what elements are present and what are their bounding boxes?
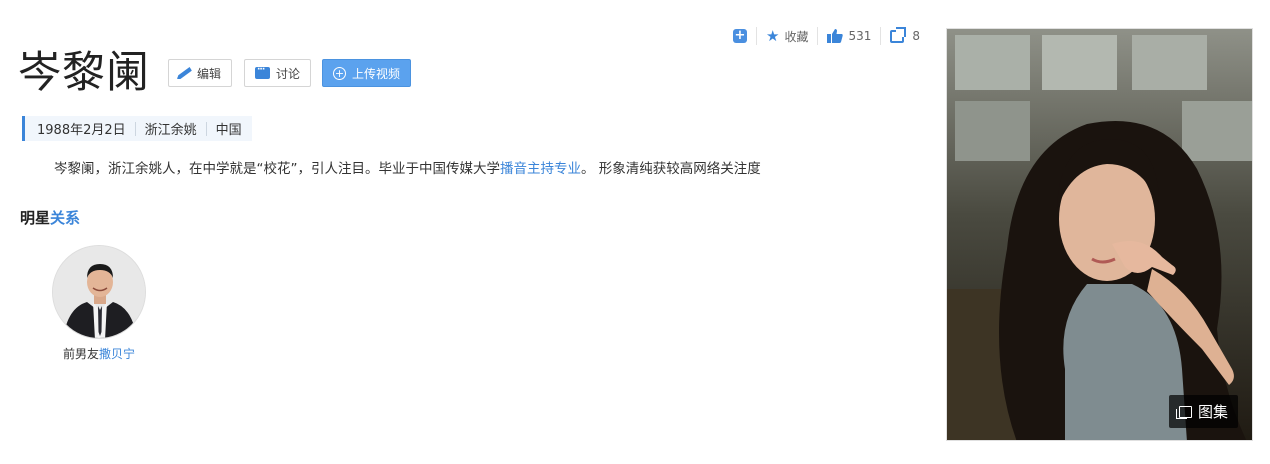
like-count: 531 — [848, 29, 872, 43]
divider — [134, 121, 136, 136]
divider — [880, 27, 882, 45]
favorite-button[interactable]: ★ 收藏 — [766, 28, 808, 45]
section-title-part2: 关系 — [50, 209, 81, 227]
profile-photo-image — [947, 29, 1252, 440]
chat-icon — [255, 65, 271, 79]
page-title: 岑黎阑 — [18, 48, 150, 98]
gallery-button[interactable]: 图集 — [1168, 395, 1238, 428]
section-title: 明星关系 — [20, 207, 80, 228]
star-icon: ★ — [766, 26, 780, 45]
relation-type: 前男友 — [62, 347, 99, 361]
major-link[interactable]: 播音主持专业 — [500, 161, 581, 177]
divider — [205, 121, 207, 136]
like-button[interactable]: 531 — [827, 29, 871, 43]
summary-text-end: 。 形象清纯获较高网络关注度 — [581, 161, 761, 177]
birth-date: 1988年2月2日 — [37, 123, 126, 138]
gallery-icon — [1175, 405, 1192, 419]
add-button[interactable]: + — [733, 29, 747, 43]
action-toolbar: + ★ 收藏 531 8 — [733, 26, 921, 45]
relation-label: 前男友撒贝宁 — [42, 345, 156, 362]
avatar-image — [53, 246, 145, 338]
basic-info-bar: 1988年2月2日 浙江余姚 中国 — [22, 116, 252, 141]
favorite-label: 收藏 — [784, 29, 809, 44]
share-button[interactable]: 8 — [890, 26, 921, 43]
relation-name-link[interactable]: 撒贝宁 — [99, 347, 135, 361]
relation-card[interactable]: 前男友撒贝宁 — [52, 245, 146, 362]
discuss-label: 讨论 — [276, 66, 301, 81]
edit-button[interactable]: 编辑 — [168, 59, 233, 87]
upload-video-label: 上传视频 — [352, 66, 401, 81]
gallery-label: 图集 — [1197, 403, 1228, 421]
birthplace: 浙江余姚 — [144, 123, 197, 138]
plus-circle-icon: + — [333, 66, 347, 80]
divider — [817, 27, 819, 45]
divider — [756, 27, 757, 45]
profile-photo[interactable]: 图集 — [946, 28, 1253, 441]
title-row: 岑黎阑 编辑 讨论 + 上传视频 — [18, 48, 412, 98]
share-icon — [890, 26, 907, 43]
share-count: 8 — [912, 29, 921, 43]
summary-text-start: 岑黎阑，浙江余姚人，在中学就是“校花”，引人注目。毕业于中国传媒大学 — [54, 161, 500, 177]
avatar[interactable] — [52, 245, 146, 339]
thumbs-up-icon — [827, 29, 844, 43]
edit-label: 编辑 — [197, 66, 222, 81]
discuss-button[interactable]: 讨论 — [244, 59, 312, 87]
upload-video-button[interactable]: + 上传视频 — [322, 59, 412, 87]
summary-text: 岑黎阑，浙江余姚人，在中学就是“校花”，引人注目。毕业于中国传媒大学播音主持专业… — [54, 157, 761, 177]
section-title-part1: 明星 — [20, 209, 51, 227]
plus-square-icon: + — [733, 28, 747, 43]
pencil-icon — [177, 67, 193, 79]
country: 中国 — [215, 123, 242, 138]
